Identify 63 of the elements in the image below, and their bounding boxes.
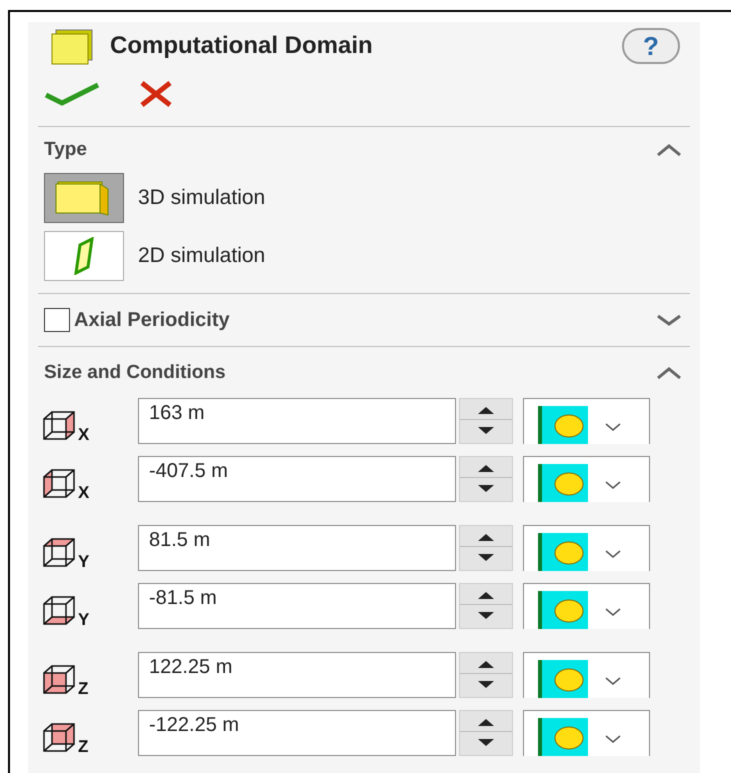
caret-icon[interactable] xyxy=(604,422,622,432)
value-field[interactable]: -81.5 m xyxy=(138,582,456,628)
down-arrow-icon[interactable] xyxy=(476,552,496,562)
up-arrow-icon[interactable] xyxy=(476,716,496,726)
up-arrow-icon[interactable] xyxy=(476,404,496,414)
value-field[interactable]: 81.5 m xyxy=(138,524,456,570)
down-arrow-icon[interactable] xyxy=(476,738,496,748)
boundary-dropdown[interactable] xyxy=(523,710,650,756)
boundary-dropdown[interactable] xyxy=(523,398,650,444)
value-field[interactable]: 163 m xyxy=(138,398,456,444)
confirm-icon[interactable] xyxy=(44,81,100,107)
up-arrow-icon[interactable] xyxy=(476,590,496,600)
axis-label: Y xyxy=(78,552,90,570)
collapse-icon[interactable] xyxy=(656,366,682,380)
box-face-icon xyxy=(42,536,78,570)
plane-icon xyxy=(72,237,96,275)
section-title: Type xyxy=(44,138,87,162)
boundary-dropdown[interactable] xyxy=(523,582,650,628)
collapse-icon[interactable] xyxy=(656,143,682,157)
box-face-icon xyxy=(42,466,78,500)
option-label: 2D simulation xyxy=(138,243,266,270)
caret-icon[interactable] xyxy=(604,606,622,616)
panel-title: Computational Domain xyxy=(110,31,373,61)
down-arrow-icon[interactable] xyxy=(476,680,496,690)
caret-icon[interactable] xyxy=(604,676,622,686)
section-title: Axial Periodicity xyxy=(74,308,230,333)
axis-label: Z xyxy=(78,738,88,754)
value-field[interactable]: -122.25 m xyxy=(138,710,456,756)
caret-icon[interactable] xyxy=(604,734,622,744)
boundary-dropdown[interactable] xyxy=(523,456,650,502)
box-face-icon xyxy=(42,720,78,754)
value-field[interactable]: -407.5 m xyxy=(138,456,456,502)
spin-button[interactable] xyxy=(459,582,513,628)
down-arrow-icon[interactable] xyxy=(476,484,496,494)
up-arrow-icon[interactable] xyxy=(476,658,496,668)
spin-button[interactable] xyxy=(459,524,513,570)
spin-button[interactable] xyxy=(459,652,513,698)
option-label: 3D simulation xyxy=(138,185,266,212)
axis-label: X xyxy=(78,426,90,442)
section-title: Size and Conditions xyxy=(44,360,226,385)
spin-button[interactable] xyxy=(459,456,513,502)
boundary-dropdown[interactable] xyxy=(523,652,650,698)
axis-label: Z xyxy=(78,680,88,696)
value-field[interactable]: 122.25 m xyxy=(138,652,456,698)
up-arrow-icon[interactable] xyxy=(476,532,496,542)
down-arrow-icon[interactable] xyxy=(476,610,496,620)
expand-icon[interactable] xyxy=(656,313,682,327)
help-button[interactable]: ? xyxy=(622,28,680,64)
axis-label: X xyxy=(78,484,90,500)
box-face-icon xyxy=(42,594,78,628)
axis-label: Y xyxy=(78,610,90,628)
box-face-icon xyxy=(42,408,78,442)
box-face-icon xyxy=(42,662,78,696)
boundary-dropdown[interactable] xyxy=(523,524,650,570)
simulation-type-button[interactable] xyxy=(44,173,124,223)
spin-button[interactable] xyxy=(459,710,513,756)
simulation-type-button[interactable] xyxy=(44,231,124,281)
caret-icon[interactable] xyxy=(604,548,622,558)
up-arrow-icon[interactable] xyxy=(476,462,496,472)
caret-icon[interactable] xyxy=(604,480,622,490)
down-arrow-icon[interactable] xyxy=(476,426,496,436)
spin-button[interactable] xyxy=(459,398,513,444)
checkbox[interactable] xyxy=(44,308,70,332)
